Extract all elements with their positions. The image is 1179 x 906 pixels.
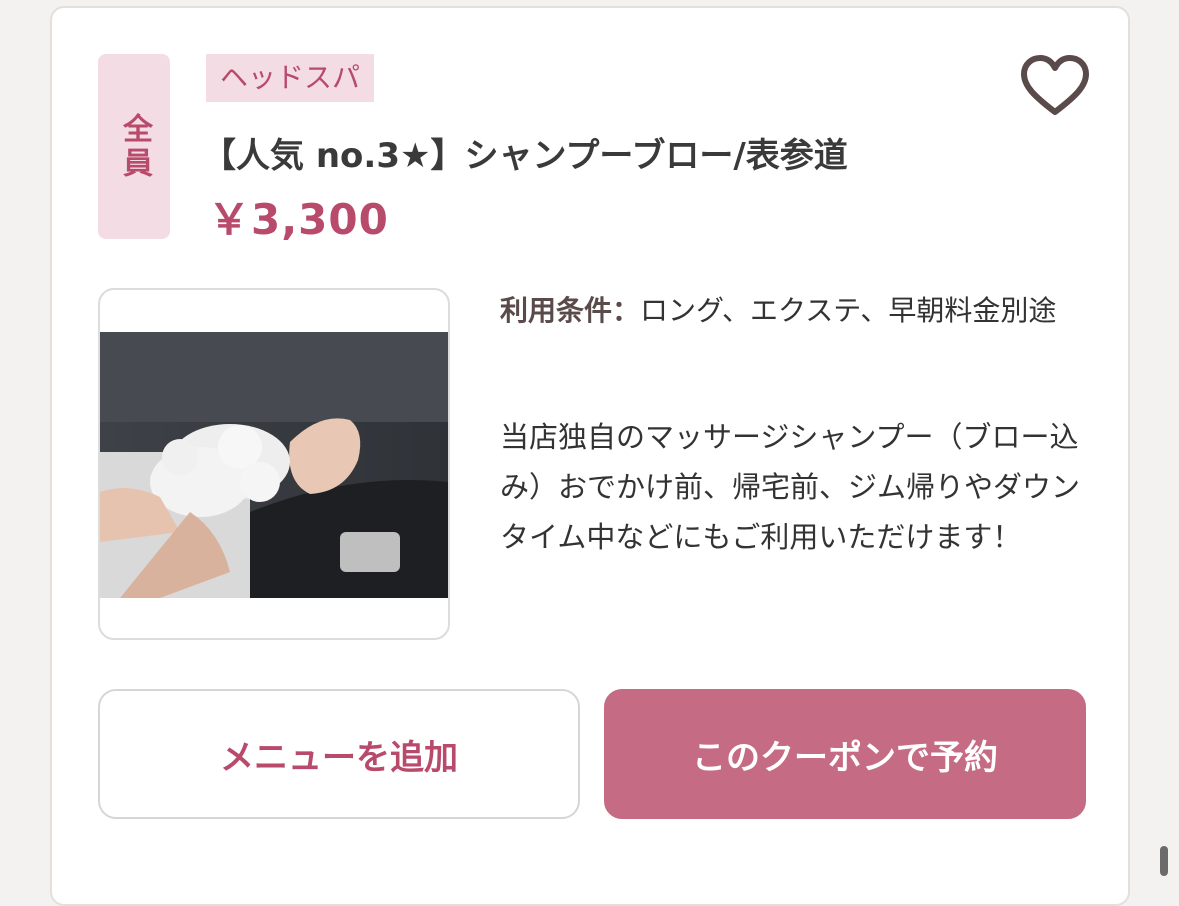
- scrollbar[interactable]: [1160, 846, 1168, 876]
- coupon-card: 全員 ヘッドスパ 【人気 no.3★】シャンプーブロー/表参道 ￥3,300 利…: [50, 6, 1130, 906]
- coupon-price: ￥3,300: [208, 195, 389, 244]
- coupon-title: 【人気 no.3★】シャンプーブロー/表参道: [202, 136, 848, 176]
- add-menu-button[interactable]: メニューを追加: [98, 689, 580, 819]
- heart-icon[interactable]: [1020, 54, 1090, 118]
- reserve-coupon-button[interactable]: このクーポンで予約: [604, 689, 1086, 819]
- coupon-photo: [100, 332, 448, 598]
- conditions-label: 利用条件：: [500, 294, 641, 327]
- target-badge: 全員: [98, 54, 170, 239]
- coupon-description: 当店独自のマッサージシャンプー（ブロー込み）おでかけ前、帰宅前、ジム帰りやダウン…: [500, 420, 1081, 554]
- target-label: 全員: [117, 112, 152, 181]
- usage-conditions: 利用条件： ロング、エクステ、早朝料金別途: [500, 286, 1080, 336]
- conditions-value: ロング、エクステ、早朝料金別途: [640, 294, 1057, 327]
- coupon-photo-frame: [98, 288, 450, 640]
- category-tag: ヘッドスパ: [206, 54, 375, 102]
